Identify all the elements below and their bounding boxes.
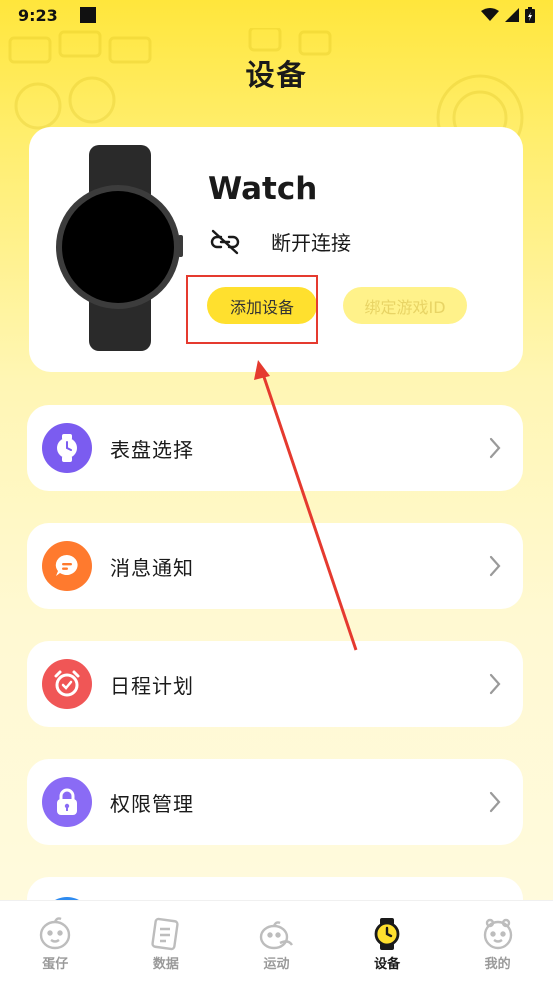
sport-icon (260, 921, 294, 950)
connection-status-text: 断开连接 (271, 231, 351, 255)
chevron-right-icon (489, 791, 501, 813)
menu-item-permissions[interactable]: 权限管理 (27, 759, 523, 845)
device-name: Watch (208, 171, 318, 207)
data-icon (151, 917, 179, 951)
page-title: 设备 (245, 58, 308, 92)
watch-icon (374, 918, 400, 950)
battery-icon (525, 7, 535, 23)
tab-device[interactable]: 设备 (332, 901, 443, 984)
bottom-tab-bar: 蛋仔 数据 运动 设备 我的 (0, 900, 553, 984)
status-bar: 9:23 (0, 0, 553, 30)
tab-label-device: 设备 (374, 957, 401, 972)
tab-eggy[interactable]: 蛋仔 (0, 901, 111, 984)
menu-item-watch-face[interactable]: 表盘选择 (27, 405, 523, 491)
lock-icon (42, 777, 92, 827)
status-icons (481, 7, 535, 23)
message-icon (42, 541, 92, 591)
chevron-right-icon (489, 555, 501, 577)
notification-icon (79, 7, 96, 23)
bind-game-id-button[interactable]: 绑定游戏ID (343, 287, 467, 324)
profile-icon (483, 918, 512, 950)
tab-label-sport: 运动 (263, 957, 290, 972)
tab-sport[interactable]: 运动 (221, 901, 332, 984)
tab-label-eggy: 蛋仔 (42, 957, 69, 972)
connection-status: 断开连接 (209, 227, 351, 256)
annotation-highlight-box (186, 275, 318, 344)
tab-data[interactable]: 数据 (111, 901, 222, 984)
chevron-right-icon (489, 437, 501, 459)
menu-item-schedule[interactable]: 日程计划 (27, 641, 523, 727)
tab-label-profile: 我的 (484, 957, 511, 972)
signal-icon (505, 8, 519, 22)
alarm-clock-icon (42, 659, 92, 709)
menu-label-permissions: 权限管理 (110, 791, 194, 816)
menu-item-notifications[interactable]: 消息通知 (27, 523, 523, 609)
status-time: 9:23 (18, 5, 58, 25)
tab-profile[interactable]: 我的 (442, 901, 553, 984)
chevron-right-icon (489, 673, 501, 695)
menu-label-watch-face: 表盘选择 (110, 437, 194, 462)
eggy-icon (40, 917, 71, 950)
menu-label-notifications: 消息通知 (110, 555, 194, 580)
menu-label-schedule: 日程计划 (110, 673, 194, 698)
watch-image (56, 145, 183, 351)
watch-face-icon (42, 423, 92, 473)
link-broken-icon (210, 229, 240, 254)
tab-label-data: 数据 (152, 957, 179, 972)
wifi-icon (481, 8, 499, 21)
